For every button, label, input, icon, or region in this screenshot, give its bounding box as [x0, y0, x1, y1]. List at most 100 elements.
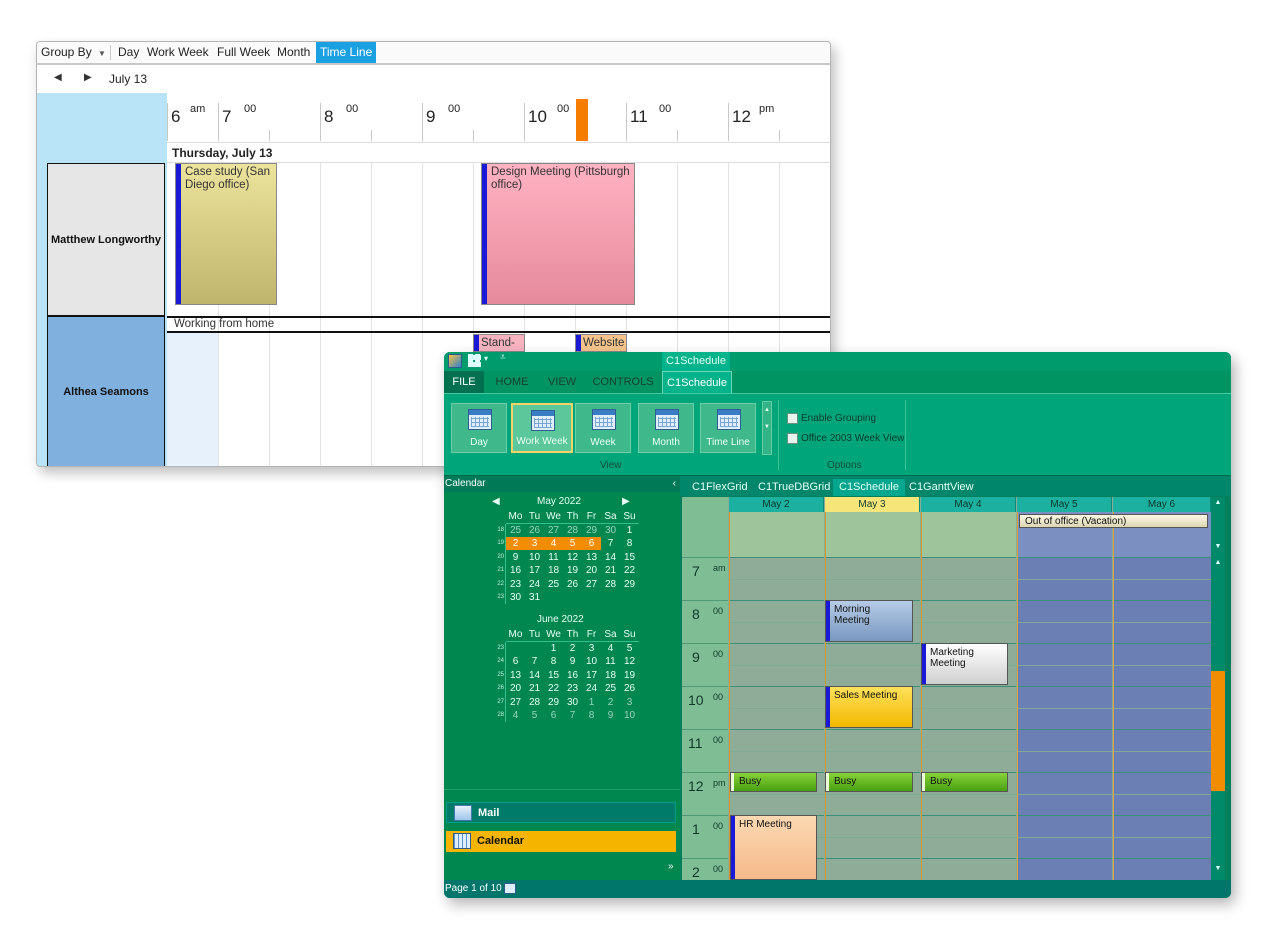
- calendar-day[interactable]: 6: [544, 709, 563, 722]
- day-column[interactable]: [1113, 512, 1211, 880]
- calendar-day[interactable]: 12: [620, 655, 639, 668]
- calendar-day[interactable]: 13: [506, 669, 525, 682]
- calendar-day[interactable]: 24: [582, 682, 601, 695]
- calendar-day[interactable]: 7: [601, 537, 620, 550]
- appointment-marketing-meeting[interactable]: Marketing Meeting: [921, 643, 1008, 685]
- calendar-day[interactable]: 28: [601, 578, 620, 591]
- tab-c1schedule[interactable]: C1Schedule: [662, 371, 732, 393]
- calendar-day[interactable]: 14: [525, 669, 544, 682]
- tab-day[interactable]: Day: [114, 42, 143, 63]
- calendar-day[interactable]: 18: [601, 669, 620, 682]
- resource-althea-seamons[interactable]: Althea Seamons: [47, 316, 165, 466]
- calendar-day[interactable]: 29: [544, 696, 563, 709]
- appointment-website[interactable]: Website: [575, 334, 627, 352]
- appointment-morning-meeting[interactable]: Morning Meeting: [825, 600, 913, 642]
- week-view-button[interactable]: Week: [575, 403, 631, 453]
- calendar-day[interactable]: 3: [582, 642, 601, 655]
- calendar-day[interactable]: 21: [601, 564, 620, 577]
- calendar-day[interactable]: 15: [620, 551, 639, 564]
- month-view-button[interactable]: Month: [638, 403, 694, 453]
- appointment-case-study[interactable]: Case study (San Diego office): [175, 163, 277, 305]
- calendar-day[interactable]: 9: [563, 655, 582, 668]
- all-day-area[interactable]: [922, 512, 1016, 557]
- quick-access-grid-icon[interactable]: [468, 354, 481, 367]
- calendar-day[interactable]: 27: [544, 524, 563, 537]
- tab-time-line[interactable]: Time Line: [316, 42, 377, 63]
- calendar-day[interactable]: 15: [544, 669, 563, 682]
- scroll-up-icon[interactable]: ▲: [1212, 559, 1224, 571]
- tab-view[interactable]: VIEW: [544, 371, 580, 393]
- calendar-day[interactable]: 20: [582, 564, 601, 577]
- appointment-busy[interactable]: Busy: [730, 772, 817, 792]
- calendar-day[interactable]: 23: [506, 578, 525, 591]
- calendar-day[interactable]: 16: [563, 669, 582, 682]
- tab-controls[interactable]: CONTROLS: [592, 371, 654, 393]
- calendar-day[interactable]: 19: [620, 669, 639, 682]
- calendar-day[interactable]: 10: [525, 551, 544, 564]
- calendar-day[interactable]: 2: [506, 537, 525, 551]
- expand-more-icon[interactable]: »: [668, 861, 674, 872]
- day-header-today[interactable]: May 3: [825, 497, 920, 512]
- day-column[interactable]: [921, 512, 1016, 880]
- calendar-day[interactable]: 11: [544, 551, 563, 564]
- gallery-scroll[interactable]: ▲ ▼: [762, 401, 772, 455]
- calendar-day[interactable]: 12: [563, 551, 582, 564]
- tab-c1flexgrid[interactable]: C1FlexGrid: [692, 479, 748, 496]
- next-arrow-icon[interactable]: ▶: [84, 72, 92, 83]
- calendar-day[interactable]: 9: [601, 709, 620, 722]
- customize-toolbar-icon[interactable]: ⩡: [500, 352, 506, 363]
- calendar-day[interactable]: 7: [563, 709, 582, 722]
- previous-month-icon[interactable]: ◀: [492, 496, 500, 507]
- chevron-down-icon[interactable]: ▾: [484, 354, 488, 363]
- calendar-day[interactable]: 19: [563, 564, 582, 577]
- tab-c1schedule[interactable]: C1Schedule: [833, 479, 905, 496]
- appointment-design-meeting[interactable]: Design Meeting (Pittsburgh office): [481, 163, 635, 305]
- appointment-busy[interactable]: Busy: [825, 772, 913, 792]
- calendar-day[interactable]: 10: [620, 709, 639, 722]
- scroll-down-icon[interactable]: ▼: [1212, 865, 1224, 877]
- calendar-day[interactable]: 13: [582, 551, 601, 564]
- day-column[interactable]: [1017, 512, 1112, 880]
- calendar-day[interactable]: 27: [506, 696, 525, 709]
- calendar-day[interactable]: 5: [563, 537, 582, 551]
- previous-arrow-icon[interactable]: ◀: [54, 72, 62, 83]
- calendar-day[interactable]: 4: [506, 709, 525, 722]
- day-header[interactable]: May 2: [729, 497, 824, 512]
- work-week-view-button[interactable]: Work Week: [511, 403, 573, 453]
- calendar-day[interactable]: 18: [544, 564, 563, 577]
- calendar-day[interactable]: 4: [601, 642, 620, 655]
- calendar-day[interactable]: 29: [582, 524, 601, 537]
- calendar-day[interactable]: 25: [544, 578, 563, 591]
- appointment-working-from-home[interactable]: Working from home: [167, 316, 830, 333]
- calendar-day[interactable]: 20: [506, 682, 525, 695]
- calendar-day[interactable]: 1: [620, 524, 639, 537]
- calendar-day[interactable]: 30: [563, 696, 582, 709]
- all-day-area[interactable]: [826, 512, 920, 557]
- scroll-up-icon[interactable]: ▲: [1212, 499, 1224, 511]
- calendar-day[interactable]: 22: [620, 564, 639, 577]
- tab-month[interactable]: Month: [273, 42, 314, 63]
- tab-c1truedbgrid[interactable]: C1TrueDBGrid: [758, 479, 830, 496]
- selected-slot[interactable]: [167, 333, 218, 466]
- day-header[interactable]: May 4: [921, 497, 1016, 512]
- calendar-day[interactable]: 22: [544, 682, 563, 695]
- calendar-day[interactable]: 24: [525, 578, 544, 591]
- calendar-day[interactable]: 30: [506, 591, 525, 604]
- calendar-day[interactable]: 2: [601, 696, 620, 709]
- next-month-icon[interactable]: ▶: [622, 496, 630, 507]
- calendar-day[interactable]: 27: [582, 578, 601, 591]
- scroll-up-icon[interactable]: ▲: [764, 407, 770, 413]
- calendar-day[interactable]: 3: [620, 696, 639, 709]
- tab-home[interactable]: HOME: [492, 371, 532, 393]
- calendar-day[interactable]: 5: [525, 709, 544, 722]
- calendar-day[interactable]: 1: [582, 696, 601, 709]
- group-by-button[interactable]: Group By ▼: [37, 42, 110, 63]
- collapse-pane-icon[interactable]: ‹: [673, 476, 676, 492]
- calendar-day[interactable]: 8: [620, 537, 639, 550]
- resource-matthew-longworthy[interactable]: Matthew Longworthy: [47, 163, 165, 316]
- tab-file[interactable]: FILE: [444, 371, 484, 393]
- calendar-day[interactable]: 11: [601, 655, 620, 668]
- scroll-down-icon[interactable]: ▼: [1212, 543, 1224, 555]
- tab-work-week[interactable]: Work Week: [143, 42, 213, 63]
- day-header[interactable]: May 5: [1017, 497, 1112, 512]
